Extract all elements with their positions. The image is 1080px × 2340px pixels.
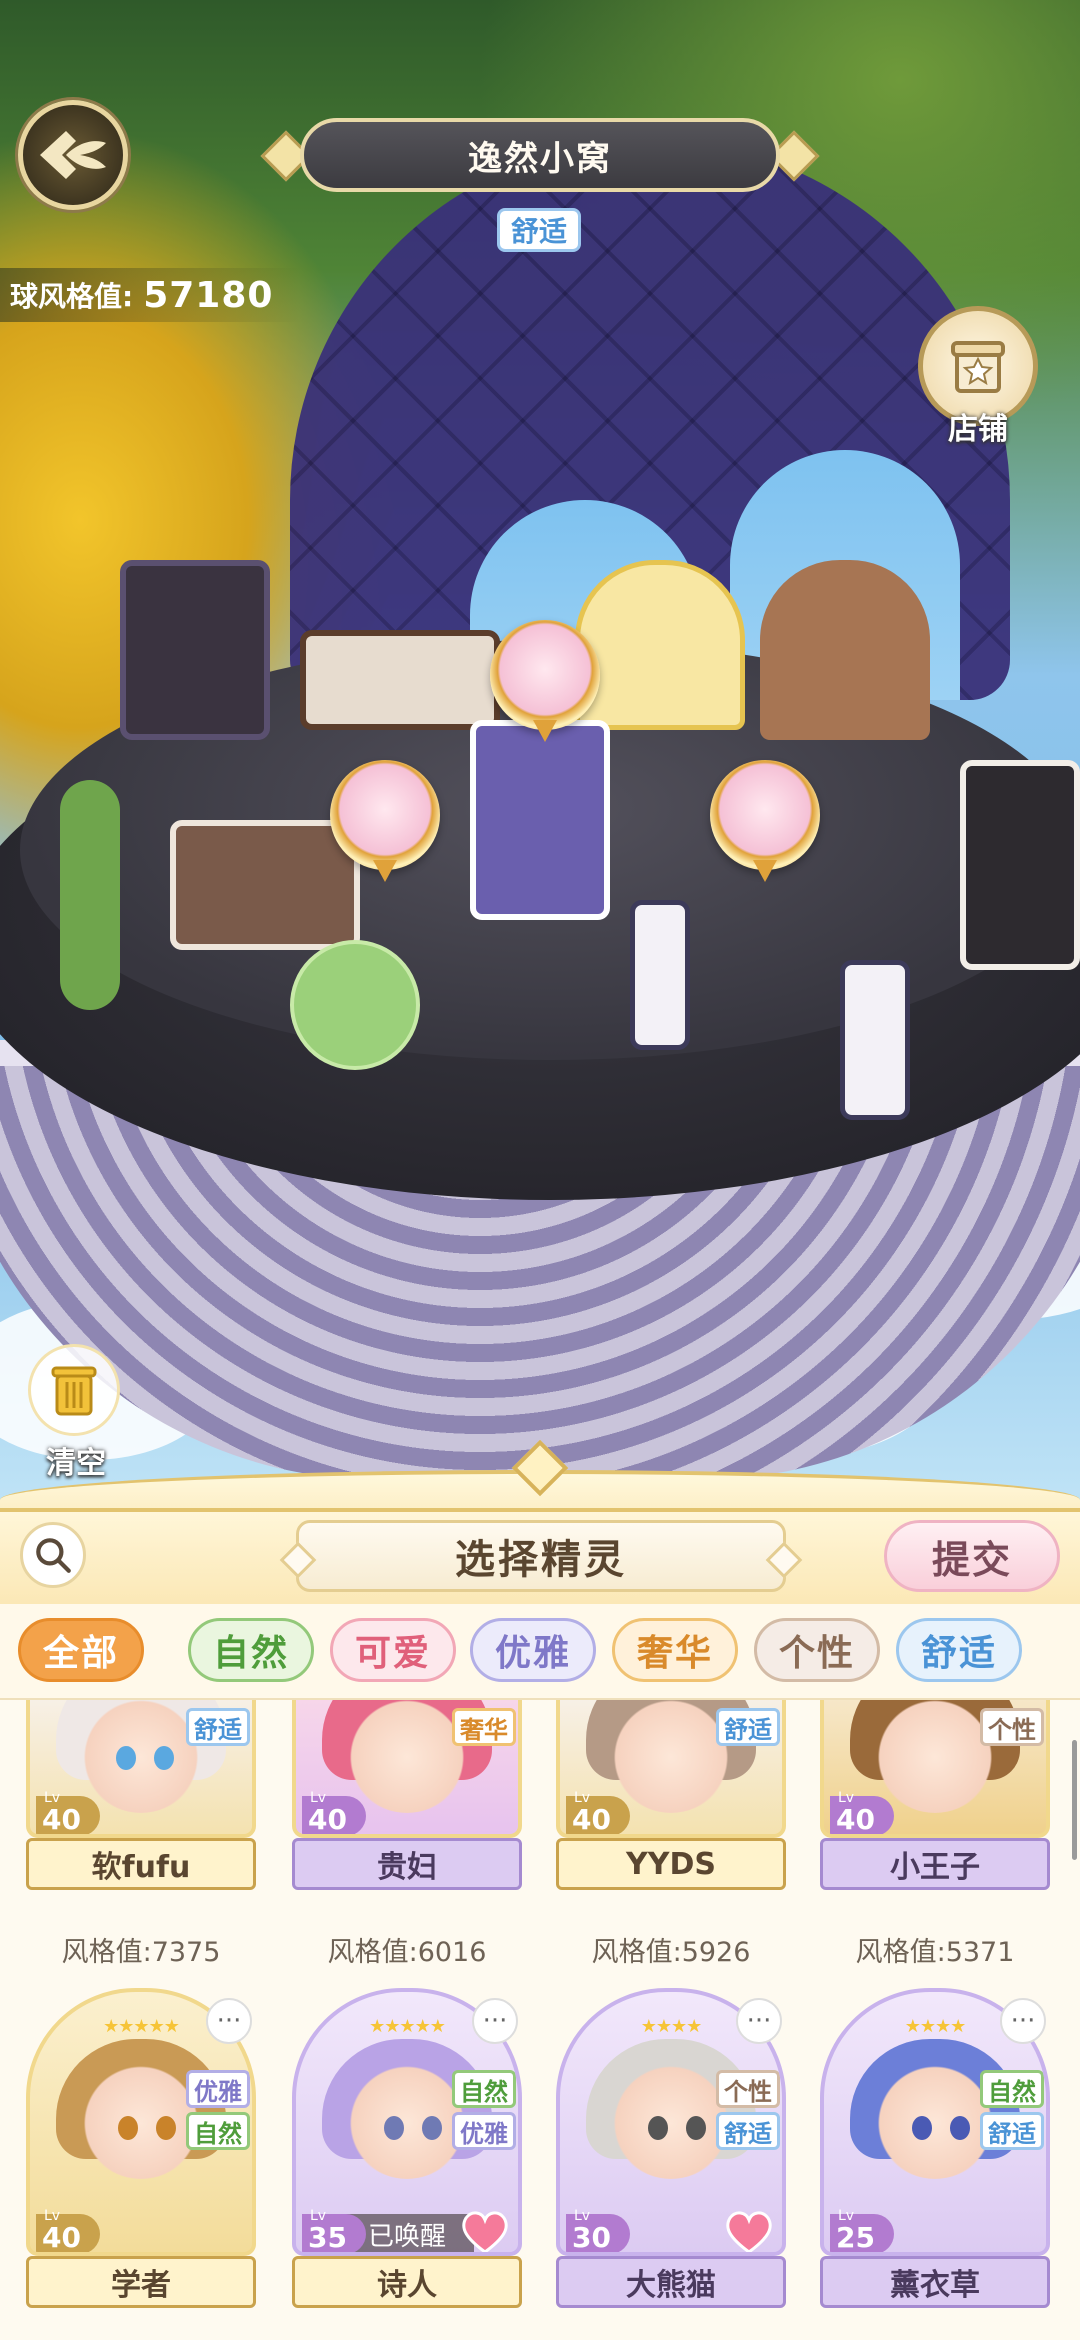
- spirit-tag: 舒适: [716, 1708, 780, 1746]
- spirit-stars: ★★★★: [640, 2016, 703, 2037]
- filter-chip-luxury[interactable]: 奢华: [612, 1618, 738, 1682]
- search-icon: [36, 1538, 71, 1573]
- filter-chip-natural[interactable]: 自然: [188, 1618, 314, 1682]
- spirit-level: Lv 40: [566, 1790, 630, 1834]
- spirit-name: 学者: [26, 2256, 256, 2308]
- drum-prop[interactable]: [290, 940, 420, 1070]
- back-arrow-icon: [40, 131, 106, 179]
- spirit-portrait: 奢华 Lv 40: [292, 1700, 522, 1838]
- spirit-name: 软fufu: [26, 1838, 256, 1890]
- spirit-level: Lv 40: [830, 1790, 894, 1834]
- spirit-stars: ★★★★★: [369, 2016, 446, 2037]
- lamp-prop[interactable]: [60, 780, 120, 1010]
- filter-chip-comfort[interactable]: 舒适: [896, 1618, 1022, 1682]
- trash-icon: [28, 1344, 120, 1436]
- rack-prop[interactable]: [960, 760, 1080, 970]
- filter-chip-elegant[interactable]: 优雅: [470, 1618, 596, 1682]
- spirit-tag: 舒适: [716, 2112, 780, 2150]
- filter-chip-personality[interactable]: 个性: [754, 1618, 880, 1682]
- shop-label: 店铺: [948, 412, 1008, 447]
- select-spirit-title: 选择精灵: [296, 1520, 786, 1592]
- spirit-name: 小王子: [820, 1838, 1050, 1890]
- spirit-style-score: 风格值:5371: [855, 1937, 1015, 1968]
- spirit-style-score: 风格值:6016: [327, 1937, 487, 1968]
- bread-oven-prop[interactable]: [575, 560, 745, 730]
- spirit-level: Lv 40: [302, 1790, 366, 1834]
- spirit-tag: 个性: [980, 1708, 1044, 1746]
- lantern-prop[interactable]: [630, 900, 690, 1050]
- filter-chip-all[interactable]: 全部: [18, 1618, 144, 1682]
- more-options-button[interactable]: ···: [1000, 1998, 1046, 2044]
- spirit-level: Lv 30: [566, 2208, 630, 2252]
- spirit-tag: 自然: [980, 2070, 1044, 2108]
- shop-button[interactable]: 店铺: [906, 306, 1050, 456]
- spirit-tag: 奢华: [452, 1708, 516, 1746]
- style-score-display: 球风格值: 57180: [0, 268, 300, 322]
- more-options-button[interactable]: ···: [736, 1998, 782, 2044]
- shelf-prop[interactable]: [120, 560, 270, 740]
- clear-button[interactable]: 清空: [28, 1344, 124, 1482]
- oven-prop[interactable]: [760, 560, 930, 740]
- spirit-stars: ★★★★★: [103, 2016, 180, 2037]
- style-score-label: 球风格值:: [10, 280, 134, 313]
- spirit-name: 薰衣草: [820, 2256, 1050, 2308]
- spirit-tag: 个性: [716, 2070, 780, 2108]
- spirit-tag: 自然: [186, 2112, 250, 2150]
- heart-icon: [462, 2211, 508, 2252]
- table-prop[interactable]: [300, 630, 500, 730]
- spirit-pin[interactable]: [330, 760, 440, 890]
- submit-button[interactable]: 提交: [884, 1520, 1060, 1592]
- home-name-title: 逸然小窝: [300, 118, 780, 192]
- lantern-prop[interactable]: [840, 960, 910, 1120]
- spirit-style-score: 风格值:5926: [591, 1937, 751, 1968]
- back-button[interactable]: [18, 100, 128, 210]
- spirit-pin[interactable]: [710, 760, 820, 890]
- grid-scrollbar[interactable]: [1072, 1740, 1077, 1860]
- spirit-stars: ★★★★: [904, 2016, 967, 2037]
- spirit-tag: 舒适: [980, 2112, 1044, 2150]
- spirit-grid[interactable]: 舒适 Lv 40 软fufu 风格值:7375 奢华 Lv 40 贵妇 风格值:60…: [0, 1700, 1080, 2340]
- spirit-name: 诗人: [292, 2256, 522, 2308]
- spirit-level: Lv 40: [36, 2208, 100, 2252]
- spirit-name: 大熊猫: [556, 2256, 786, 2308]
- spirit-pin[interactable]: [490, 620, 600, 750]
- spirit-style-score: 风格值:7375: [61, 1937, 221, 1968]
- spirit-tag: 优雅: [452, 2112, 516, 2150]
- spirit-portrait: 舒适 Lv 40: [556, 1700, 786, 1838]
- heart-icon: [726, 2211, 772, 2252]
- spirit-portrait: 舒适 Lv 40: [26, 1700, 256, 1838]
- spirit-level: Lv 35: [302, 2208, 366, 2252]
- more-options-button[interactable]: ···: [206, 1998, 252, 2044]
- more-options-button[interactable]: ···: [472, 1998, 518, 2044]
- filter-chip-cute[interactable]: 可爱: [330, 1618, 456, 1682]
- spirit-tag: 舒适: [186, 1708, 250, 1746]
- spirit-name: YYDS: [556, 1838, 786, 1890]
- search-button[interactable]: [20, 1522, 86, 1588]
- style-score-value: 57180: [143, 274, 274, 316]
- clear-label: 清空: [46, 1446, 106, 1481]
- spirit-portrait: 个性 Lv 40: [820, 1700, 1050, 1838]
- wardrobe-prop[interactable]: [470, 720, 610, 920]
- home-style-tag: 舒适: [497, 208, 581, 252]
- spirit-level: Lv 40: [36, 1790, 100, 1834]
- spirit-tag: 优雅: [186, 2070, 250, 2108]
- spirit-tag: 自然: [452, 2070, 516, 2108]
- spirit-level: Lv 25: [830, 2208, 894, 2252]
- spirit-name: 贵妇: [292, 1838, 522, 1890]
